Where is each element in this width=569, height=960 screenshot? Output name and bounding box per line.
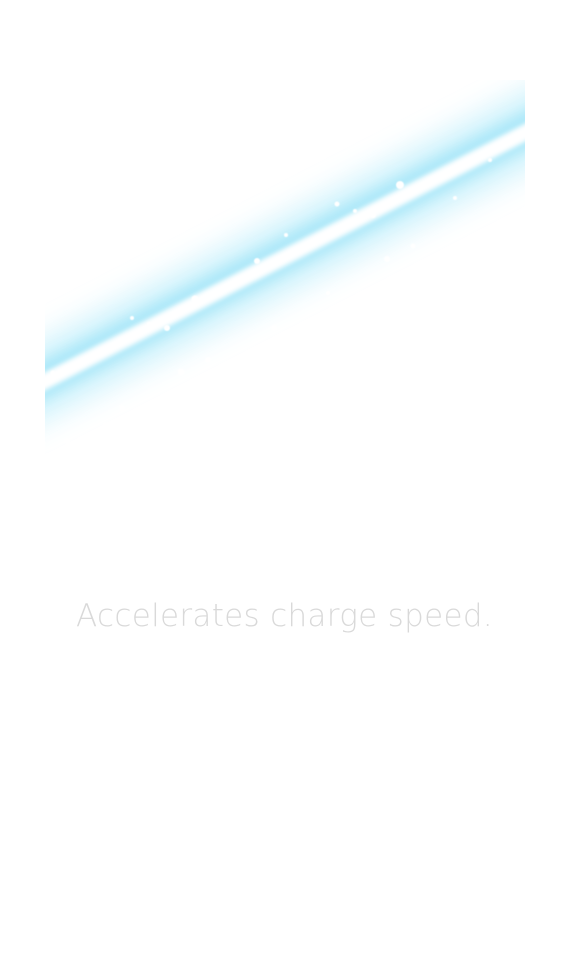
item-description: Accelerates charge speed. — [76, 598, 493, 634]
light-beam-streak-icon — [45, 80, 525, 480]
item-detail-screen: Accelerates charge speed. — [0, 0, 569, 960]
